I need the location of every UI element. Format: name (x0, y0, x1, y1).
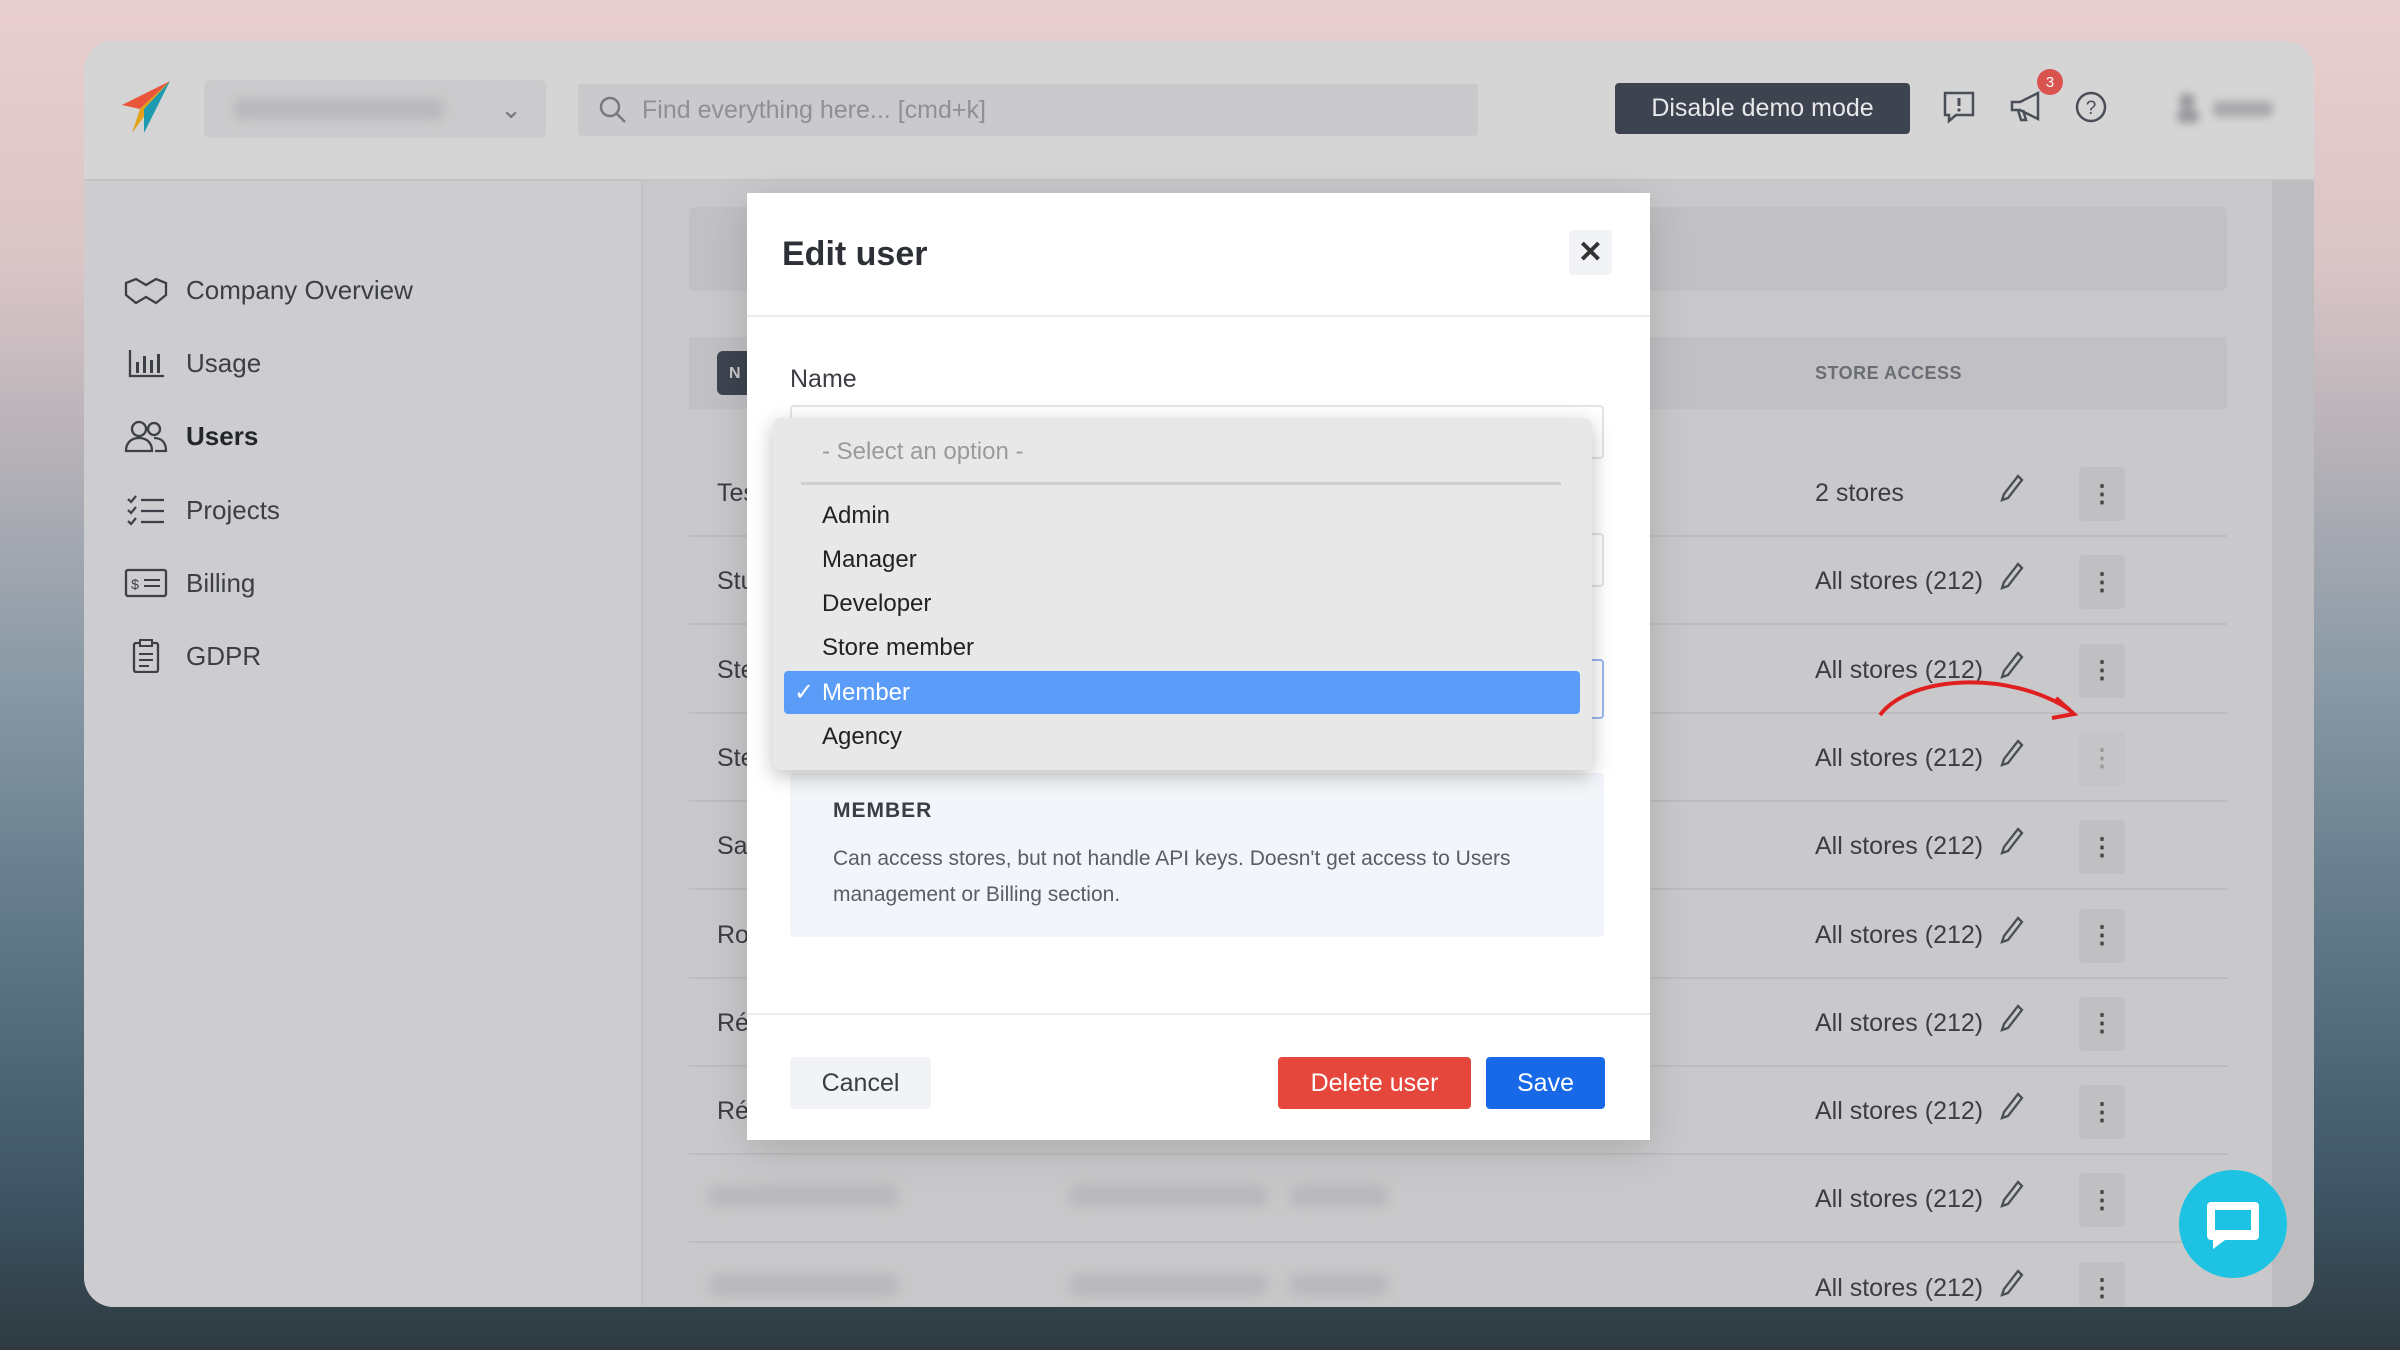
store-access: All stores (212) (1815, 1097, 1984, 1126)
more-options-button[interactable]: ⋮ (2079, 1173, 2125, 1228)
more-options-button[interactable]: ⋮ (2079, 996, 2125, 1051)
store-access: All stores (212) (1815, 1185, 1984, 1214)
store-access: All stores (212) (1815, 743, 1984, 772)
divider (801, 482, 1561, 485)
clipboard-icon (132, 639, 160, 673)
sidebar-item-label: GDPR (186, 640, 262, 671)
sidebar-item-projects[interactable]: Projects (124, 493, 280, 527)
dropdown-placeholder[interactable]: - Select an option - (822, 438, 1023, 466)
role-description: Can access stores, but not handle API ke… (833, 847, 1511, 906)
sidebar-item-users[interactable]: Users (124, 419, 258, 453)
edit-pencil-icon[interactable] (1999, 1179, 2025, 1216)
sidebar-item-gdpr[interactable]: GDPR (124, 639, 261, 673)
save-button[interactable]: Save (1486, 1057, 1605, 1109)
delete-user-button[interactable]: Delete user (1278, 1057, 1471, 1109)
top-bar: ⌄ Find everything here... [cmd+k] Disabl… (84, 41, 2314, 181)
more-options-button[interactable]: ⋮ (2079, 1085, 2125, 1140)
close-button[interactable]: ✕ (1569, 230, 1612, 275)
column-header-store-access[interactable]: STORE ACCESS (1815, 363, 1962, 384)
chevron-down-icon: ⌄ (500, 94, 522, 124)
role-title: MEMBER (833, 799, 933, 822)
edit-pencil-icon[interactable] (1999, 473, 2025, 510)
table-row: All stores (212) ⋮ (689, 1155, 2227, 1244)
user-avatar[interactable] (2173, 91, 2283, 125)
search-icon (599, 96, 626, 123)
bar-chart-icon (128, 350, 164, 378)
sidebar-item-label: Projects (186, 494, 280, 525)
more-options-button[interactable]: ⋮ (2079, 467, 2125, 521)
feedback-icon[interactable] (1939, 87, 1979, 127)
chat-icon (2207, 1202, 2259, 1249)
edit-pencil-icon[interactable] (1999, 1003, 2025, 1040)
svg-text:?: ? (2086, 98, 2097, 119)
dropdown-option[interactable]: ✓ Member (784, 671, 1580, 715)
user-name: Ré (717, 1008, 749, 1037)
role-dropdown: - Select an option - Admin Manager Develop… (773, 418, 1592, 770)
sidebar: Company Overview Usage Users Projects $ B… (84, 181, 643, 1307)
table-row: All stores (212) ⋮ (689, 1244, 2227, 1307)
disable-demo-button[interactable]: Disable demo mode (1615, 83, 1910, 134)
option-label: Member (822, 678, 911, 706)
more-options-button[interactable]: ⋮ (2079, 731, 2125, 786)
edit-pencil-icon[interactable] (1999, 1091, 2025, 1128)
option-label: Agency (822, 723, 903, 750)
store-access: All stores (212) (1815, 920, 1984, 949)
option-label: Admin (822, 501, 891, 529)
dropdown-option[interactable]: Developer (784, 583, 1580, 626)
user-name: Ré (717, 1097, 749, 1126)
store-access: All stores (212) (1815, 832, 1984, 861)
scrollbar[interactable] (2272, 181, 2314, 1307)
role-info-box: MEMBER Can access stores, but not handle… (790, 773, 1604, 937)
notification-badge: 3 (2037, 69, 2063, 95)
close-icon: ✕ (1577, 236, 1604, 269)
option-label: Developer (822, 590, 932, 618)
store-access: All stores (212) (1815, 1008, 1984, 1037)
modal-footer: Cancel Delete user Save (747, 1013, 1650, 1140)
search-input[interactable]: Find everything here... [cmd+k] (578, 84, 1478, 136)
logo-icon (122, 81, 170, 133)
sidebar-item-billing[interactable]: $ Billing (124, 566, 255, 600)
option-label: Store member (822, 634, 975, 662)
sidebar-item-label: Company Overview (186, 274, 413, 305)
more-options-button[interactable]: ⋮ (2079, 820, 2125, 875)
edit-pencil-icon[interactable] (1999, 1268, 2025, 1305)
sidebar-item-label: Users (186, 420, 259, 451)
user-name: Ro (717, 920, 749, 949)
dropdown-option[interactable]: Store member (784, 627, 1580, 670)
chat-button[interactable] (2179, 1170, 2287, 1278)
sidebar-item-company-overview[interactable]: Company Overview (124, 273, 413, 307)
more-options-button[interactable]: ⋮ (2079, 1261, 2125, 1307)
dropdown-option[interactable]: Admin (784, 494, 1580, 537)
store-selector[interactable]: ⌄ (204, 80, 546, 138)
more-options-button[interactable]: ⋮ (2079, 555, 2125, 610)
sidebar-item-label: Usage (186, 347, 262, 378)
billing-icon: $ (124, 568, 168, 598)
edit-pencil-icon[interactable] (1999, 915, 2025, 952)
sidebar-item-usage[interactable]: Usage (124, 346, 261, 380)
help-icon[interactable]: ? (2071, 87, 2111, 127)
users-icon (124, 420, 168, 453)
more-options-button[interactable]: ⋮ (2079, 908, 2125, 963)
check-icon: ✓ (794, 679, 815, 707)
list-check-icon (127, 495, 164, 526)
dropdown-option[interactable]: Agency (784, 716, 1580, 759)
modal-title: Edit user (782, 235, 928, 273)
handshake-icon (124, 277, 168, 305)
store-access: All stores (212) (1815, 567, 1984, 596)
edit-pencil-icon[interactable] (1999, 826, 2025, 863)
store-access: 2 stores (1815, 479, 1904, 507)
option-label: Manager (822, 545, 917, 573)
svg-text:$: $ (131, 576, 139, 592)
announcement-icon[interactable] (2008, 87, 2048, 127)
annotation-arrow (1878, 680, 2079, 720)
cancel-button[interactable]: Cancel (790, 1057, 931, 1109)
sidebar-item-label: Billing (186, 567, 256, 598)
user-name: Sa (717, 832, 748, 861)
name-label: Name (790, 365, 857, 393)
edit-pencil-icon[interactable] (1999, 738, 2025, 775)
search-placeholder: Find everything here... [cmd+k] (642, 95, 986, 124)
dropdown-option[interactable]: Manager (784, 538, 1580, 581)
edit-pencil-icon[interactable] (1999, 561, 2025, 598)
store-access: All stores (212) (1815, 1273, 1984, 1302)
